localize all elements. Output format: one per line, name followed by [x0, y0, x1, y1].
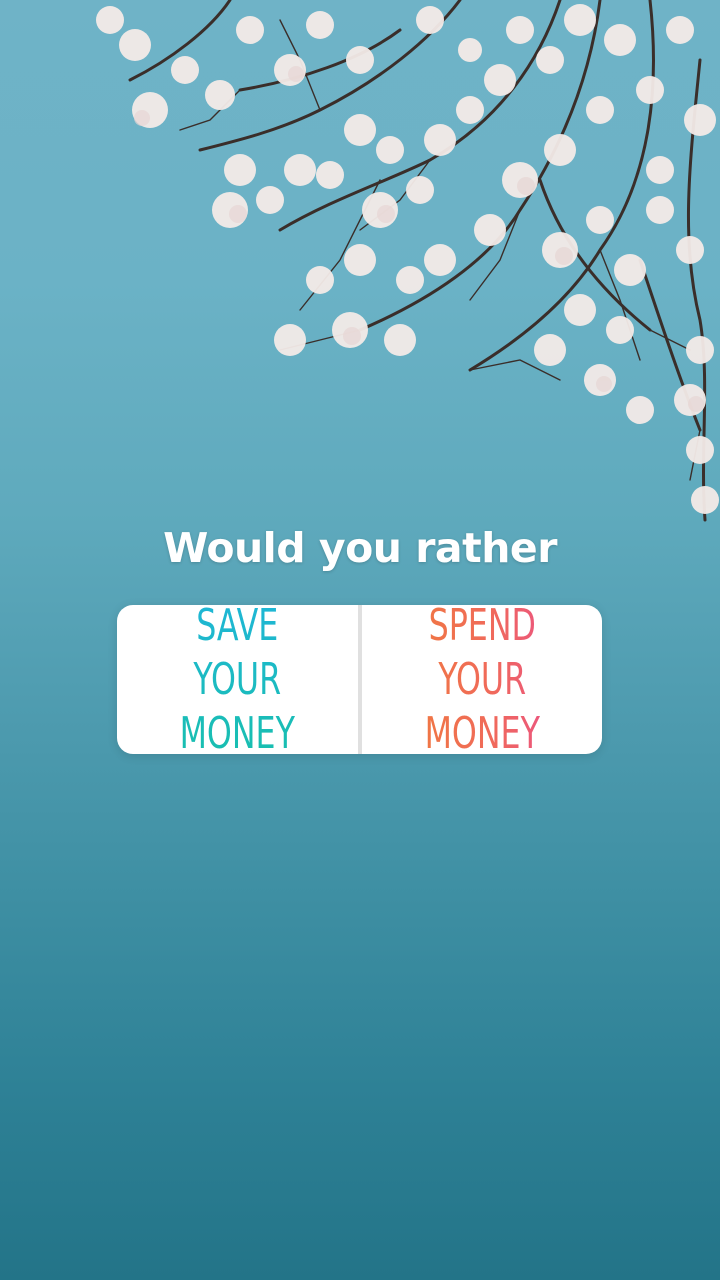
poll-option-save-your-money[interactable]: SAVE YOUR MONEY — [117, 605, 358, 754]
poll-option-label: SPEND YOUR MONEY — [401, 605, 563, 754]
poll-sticker: SAVE YOUR MONEY SPEND YOUR MONEY — [117, 605, 602, 754]
poll-option-spend-your-money[interactable]: SPEND YOUR MONEY — [362, 605, 603, 754]
cherry-blossom-branches-image — [96, 0, 719, 522]
poll-option-label: SAVE YOUR MONEY — [156, 605, 318, 754]
poll-question: Would you rather — [163, 524, 557, 572]
